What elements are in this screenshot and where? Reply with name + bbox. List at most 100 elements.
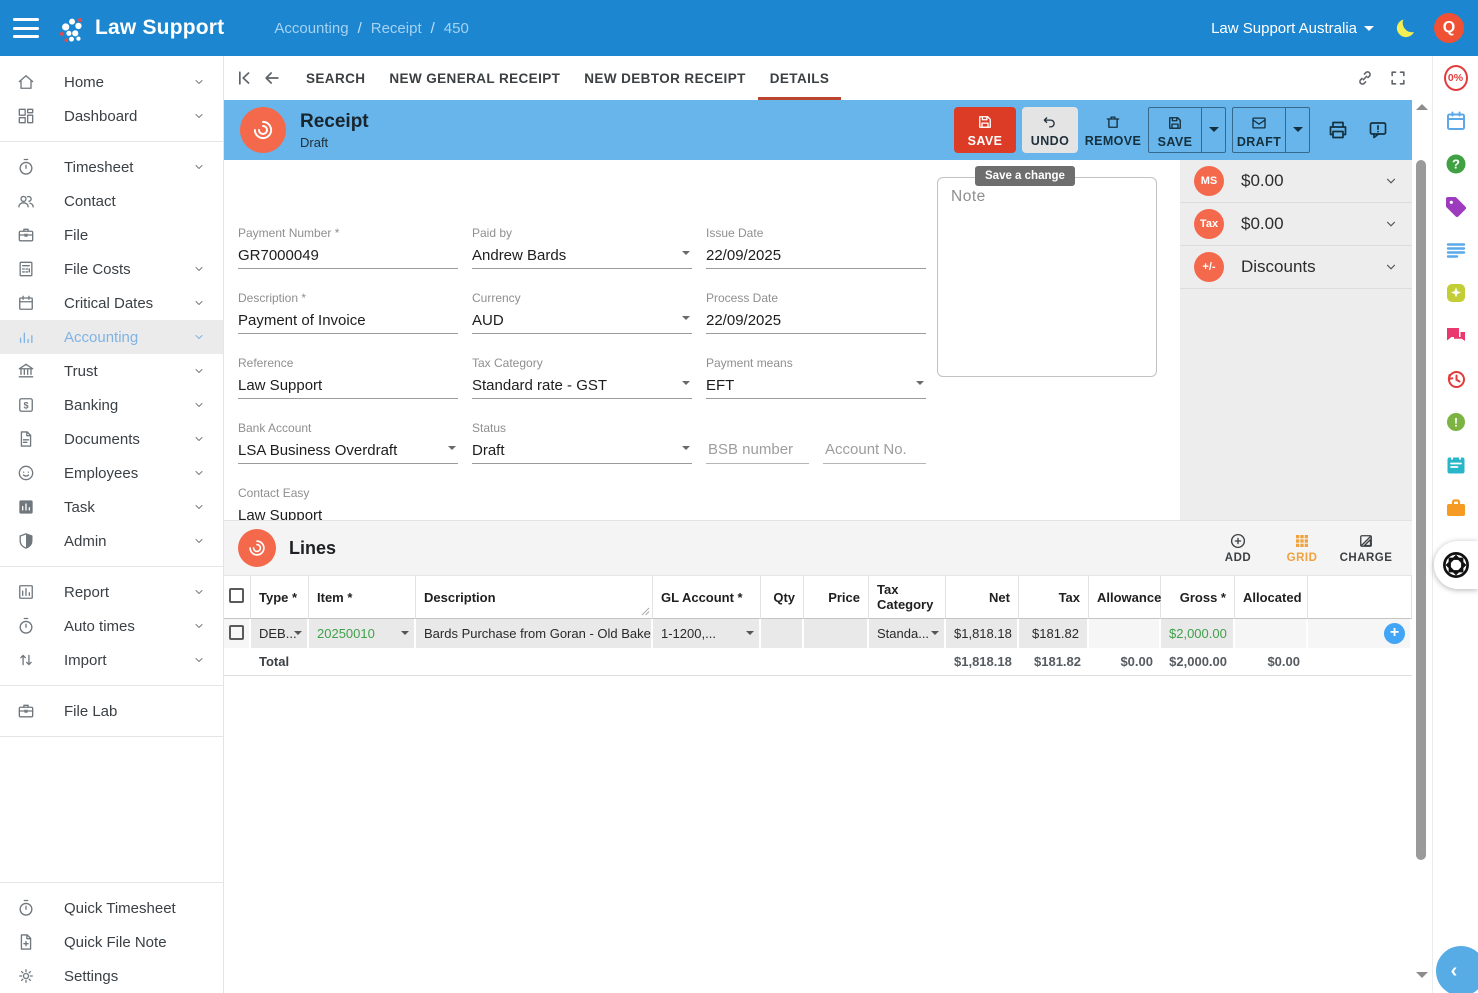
alert-seal-icon[interactable]: ! (1444, 410, 1468, 434)
draft-menu-button[interactable]: DRAFT (1233, 108, 1285, 154)
sidebar-item-documents[interactable]: Documents (0, 422, 223, 456)
col-tax-category[interactable]: Tax Category (869, 575, 946, 619)
undo-button[interactable]: UNDO (1022, 107, 1078, 153)
payment-means-select[interactable]: Payment means EFT (706, 356, 926, 399)
brand-logo[interactable]: Law Support (55, 11, 224, 45)
collapse-panel-button[interactable]: ‹ (1436, 946, 1478, 993)
discounts-summary-row[interactable]: +/- Discounts (1180, 246, 1412, 289)
paid-by-select[interactable]: Paid by Andrew Bards (472, 226, 692, 269)
draft-menu-dropdown[interactable] (1285, 108, 1309, 152)
briefcase-icon[interactable] (1444, 496, 1468, 520)
gross-cell[interactable]: $2,000.00 (1161, 619, 1235, 648)
breadcrumb-item[interactable]: Receipt (371, 20, 422, 37)
chat-bubbles-icon[interactable] (1444, 324, 1468, 348)
net-cell[interactable]: $1,818.18 (946, 619, 1019, 648)
help-icon[interactable]: ? (1444, 152, 1468, 176)
sidebar-item-quick-timesheet[interactable]: Quick Timesheet (0, 891, 223, 925)
save-menu-button[interactable]: SAVE (1149, 108, 1201, 154)
dark-mode-moon-icon[interactable] (1392, 16, 1416, 40)
add-row-button[interactable]: + (1384, 623, 1405, 644)
sidebar-item-accounting[interactable]: Accounting (0, 320, 223, 354)
qty-cell[interactable] (761, 619, 804, 648)
back-arrow-icon[interactable] (262, 68, 282, 88)
charge-button[interactable]: CHARGE (1338, 532, 1394, 564)
issue-date-field[interactable]: Issue Date 22/09/2025 (706, 226, 926, 269)
tab-new-debtor-receipt[interactable]: NEW DEBTOR RECEIPT (572, 56, 757, 100)
sidebar-item-import[interactable]: Import (0, 643, 223, 677)
calendar-icon[interactable] (1444, 109, 1468, 133)
type-cell[interactable]: DEB... (251, 619, 309, 648)
sidebar-item-critical-dates[interactable]: Critical Dates (0, 286, 223, 320)
sidebar-item-banking[interactable]: $ Banking (0, 388, 223, 422)
sidebar-item-employees[interactable]: Employees (0, 456, 223, 490)
allowance-cell[interactable] (1089, 619, 1161, 648)
col-type[interactable]: Type * (251, 575, 309, 619)
sidebar-item-admin[interactable]: Admin (0, 524, 223, 558)
matter-summary-row[interactable]: MS $0.00 (1180, 160, 1412, 203)
save-button[interactable]: SAVE (954, 107, 1016, 153)
sidebar-item-quick-file-note[interactable]: Quick File Note (0, 925, 223, 959)
row-checkbox[interactable] (229, 624, 244, 640)
breadcrumb-item[interactable]: 450 (444, 20, 469, 37)
col-price[interactable]: Price (804, 575, 869, 619)
col-tax[interactable]: Tax (1019, 575, 1089, 619)
sparkle-badge-icon[interactable] (1444, 281, 1468, 305)
bank-account-select[interactable]: Bank Account LSA Business Overdraft (238, 421, 458, 464)
price-cell[interactable] (804, 619, 869, 648)
vertical-scrollbar[interactable] (1412, 56, 1432, 993)
discount-percent-icon[interactable]: 0% (1443, 65, 1468, 91)
sidebar-item-auto-times[interactable]: Auto times (0, 609, 223, 643)
sidebar-item-contact[interactable]: Contact (0, 184, 223, 218)
user-avatar[interactable]: Q (1434, 13, 1464, 43)
resize-handle-icon[interactable] (641, 607, 650, 616)
status-select[interactable]: Status Draft (472, 421, 692, 464)
grid-view-button[interactable]: GRID (1274, 532, 1330, 564)
col-qty[interactable]: Qty (761, 575, 804, 619)
breadcrumb-item[interactable]: Accounting (274, 20, 348, 37)
tax-category-cell[interactable]: Standa... (869, 619, 946, 648)
account-no-input[interactable] (823, 440, 926, 459)
process-date-field[interactable]: Process Date 22/09/2025 (706, 291, 926, 334)
sidebar-item-dashboard[interactable]: Dashboard (0, 99, 223, 133)
col-allowance[interactable]: Allowance (1089, 575, 1161, 619)
sidebar-item-settings[interactable]: Settings (0, 959, 223, 993)
notebook-icon[interactable] (1444, 453, 1468, 477)
history-clock-icon[interactable] (1444, 367, 1468, 391)
sidebar-item-home[interactable]: Home (0, 65, 223, 99)
sidebar-item-file-costs[interactable]: File Costs (0, 252, 223, 286)
tag-icon[interactable] (1444, 195, 1468, 219)
feedback-comment-icon[interactable] (1366, 118, 1390, 142)
sidebar-item-task[interactable]: Task (0, 490, 223, 524)
col-gross[interactable]: Gross * (1161, 575, 1235, 619)
scroll-up-arrow-icon[interactable] (1416, 104, 1428, 110)
description-cell[interactable]: Bards Purchase from Goran - Old Bakersv (416, 619, 653, 648)
col-gl-account[interactable]: GL Account * (653, 575, 761, 619)
save-menu-dropdown[interactable] (1201, 108, 1225, 152)
sidebar-item-file-lab[interactable]: File Lab (0, 694, 223, 728)
tab-new-general-receipt[interactable]: NEW GENERAL RECEIPT (377, 56, 572, 100)
sidebar-item-timesheet[interactable]: Timesheet (0, 150, 223, 184)
notes-lines-icon[interactable] (1444, 238, 1468, 262)
go-first-icon[interactable] (234, 68, 254, 88)
link-icon[interactable] (1355, 68, 1375, 88)
tax-category-select[interactable]: Tax Category Standard rate - GST (472, 356, 692, 399)
knot-logo-button[interactable] (1434, 541, 1478, 589)
remove-button[interactable]: REMOVE (1084, 107, 1142, 153)
payment-number-field[interactable]: Payment Number * GR7000049 (238, 226, 458, 269)
add-line-button[interactable]: ADD (1210, 532, 1266, 564)
description-field[interactable]: Description * Payment of Invoice (238, 291, 458, 334)
scrollbar-thumb[interactable] (1416, 160, 1426, 860)
sidebar-item-report[interactable]: Report (0, 575, 223, 609)
gl-account-cell[interactable]: 1-1200,... (653, 619, 761, 648)
sidebar-item-file[interactable]: File (0, 218, 223, 252)
col-net[interactable]: Net (946, 575, 1019, 619)
tax-summary-row[interactable]: Tax $0.00 (1180, 203, 1412, 246)
tax-cell[interactable]: $181.82 (1019, 619, 1089, 648)
reference-field[interactable]: Reference Law Support (238, 356, 458, 399)
tab-search[interactable]: SEARCH (294, 56, 377, 100)
allocated-cell[interactable] (1235, 619, 1308, 648)
fullscreen-icon[interactable] (1388, 68, 1408, 88)
currency-select[interactable]: Currency AUD (472, 291, 692, 334)
select-all-checkbox[interactable] (229, 588, 244, 603)
print-icon[interactable] (1326, 118, 1350, 142)
